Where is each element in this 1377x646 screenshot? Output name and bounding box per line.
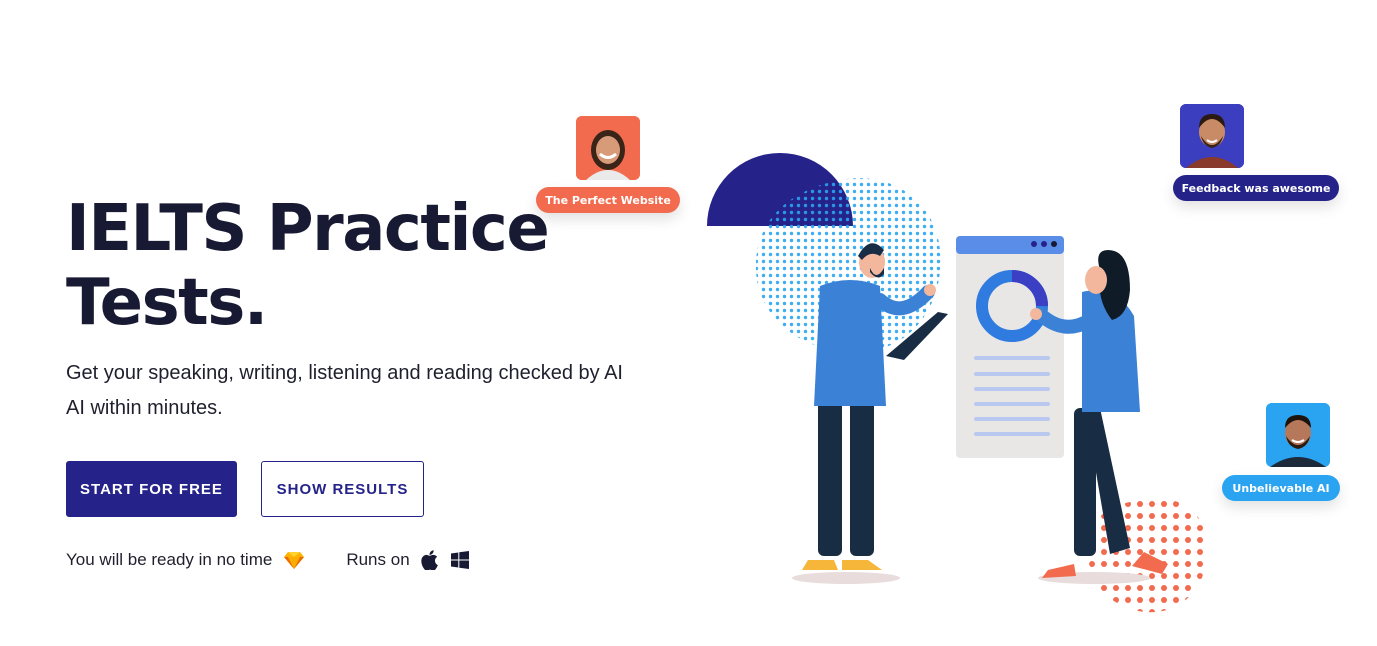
hero-title-line-2: Tests. — [66, 266, 268, 340]
hero-section: IELTS Practice Tests. Get your speaking,… — [66, 192, 666, 426]
ready-note: You will be ready in no time — [66, 550, 305, 570]
meta-row: You will be ready in no time Runs on — [66, 550, 470, 570]
cta-row: START FOR FREE SHOW RESULTS — [66, 461, 424, 517]
hero-subtitle: Get your speaking, writing, listening an… — [66, 362, 623, 419]
diamond-icon — [284, 550, 305, 570]
windows-icon — [450, 550, 470, 570]
testimonial-pill-1: The Perfect Website — [536, 187, 680, 213]
apple-icon — [420, 550, 440, 570]
app-screen-illustration — [956, 236, 1064, 458]
hero-illustration — [707, 153, 1209, 613]
hero-title: IELTS Practice Tests. — [66, 192, 666, 340]
man-with-laptop-illustration — [802, 243, 948, 570]
avatar-woman-smiling — [576, 116, 640, 180]
runs-on-text: Runs on — [346, 550, 410, 569]
show-results-button[interactable]: SHOW RESULTS — [261, 461, 424, 517]
ready-text: You will be ready in no time — [66, 550, 273, 569]
runs-on-note: Runs on — [346, 550, 469, 570]
start-for-free-button[interactable]: START FOR FREE — [66, 461, 237, 517]
